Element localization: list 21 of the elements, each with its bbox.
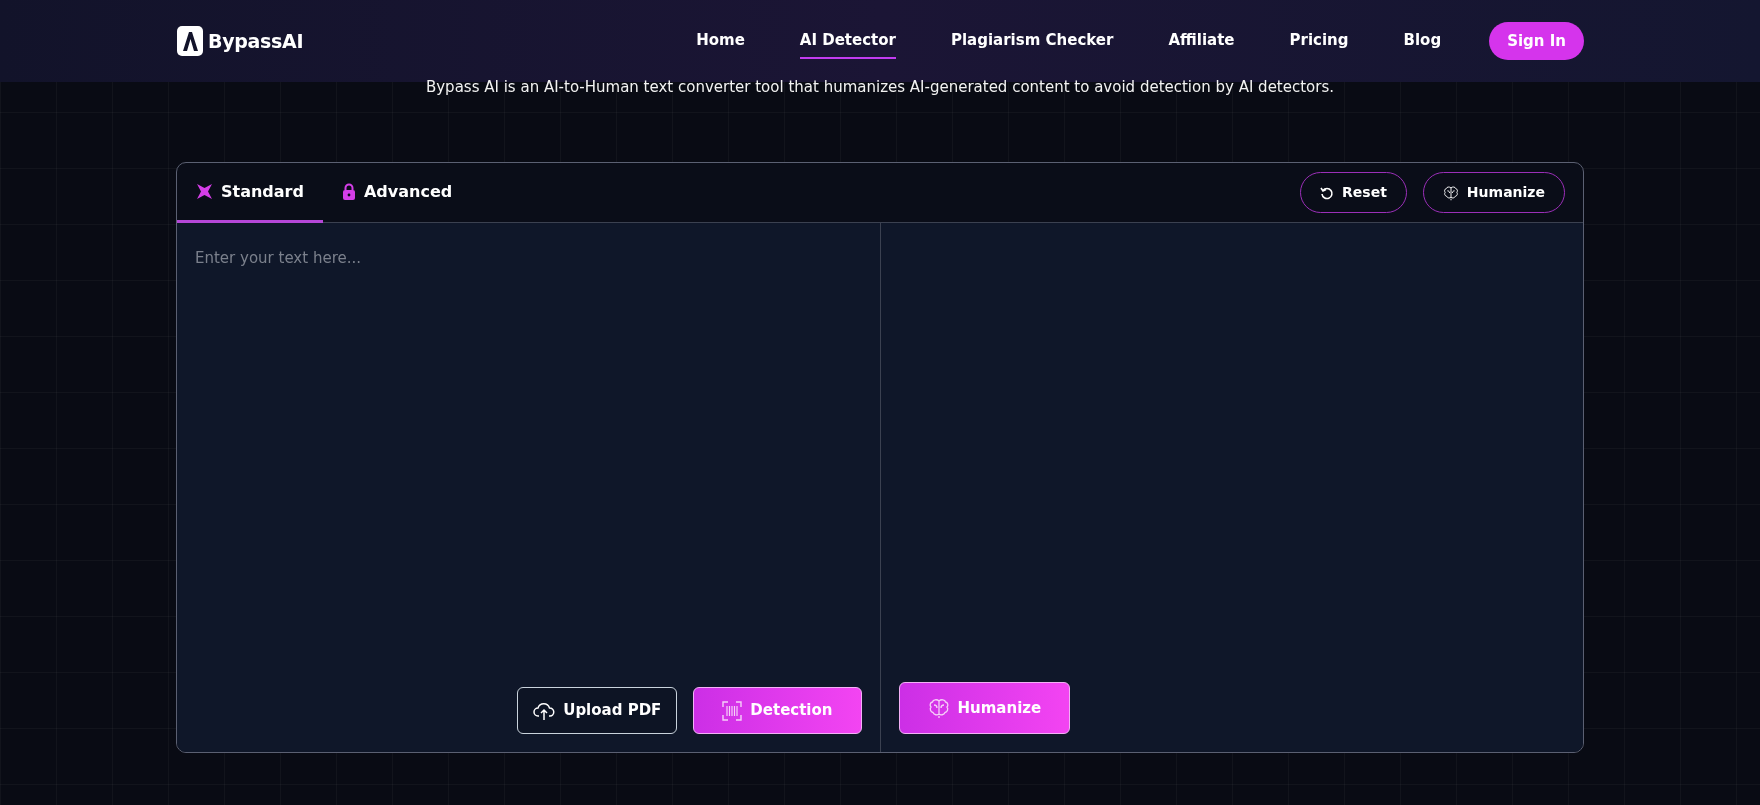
logo-icon <box>176 25 204 57</box>
logo-text[interactable]: BypassAI <box>208 26 304 56</box>
input-panel[interactable]: Enter your text here... Upload PDF Detection <box>177 223 880 752</box>
brain-icon <box>927 697 950 719</box>
nav-link[interactable]: AI Detector <box>799 22 896 60</box>
nav-link[interactable]: Blog <box>1403 22 1442 60</box>
text-input-field[interactable]: Enter your text here... <box>177 223 880 687</box>
sparkle-icon <box>196 183 213 200</box>
rotate-icon <box>1320 185 1335 200</box>
nav-link[interactable]: Affiliate <box>1168 22 1235 60</box>
nav-link[interactable]: Home <box>696 22 745 60</box>
tab[interactable]: Advanced <box>322 163 472 223</box>
sign-in-button[interactable]: Sign In <box>1489 21 1584 61</box>
cloud-upload-icon <box>533 700 556 721</box>
subtitle: Bypass AI is an AI-to-Human text converter tool that humanizes AI-generated content to avoid detection by AI detectors. <box>424 77 1336 98</box>
lock-icon <box>341 183 356 200</box>
upload-pdf-button[interactable]: Upload PDF <box>517 687 678 734</box>
nav-link[interactable]: Plagiarism Checker <box>950 22 1114 60</box>
brain-icon <box>1442 184 1459 201</box>
barcode-scan-icon <box>722 700 743 721</box>
nav-link[interactable]: Pricing <box>1289 22 1349 60</box>
